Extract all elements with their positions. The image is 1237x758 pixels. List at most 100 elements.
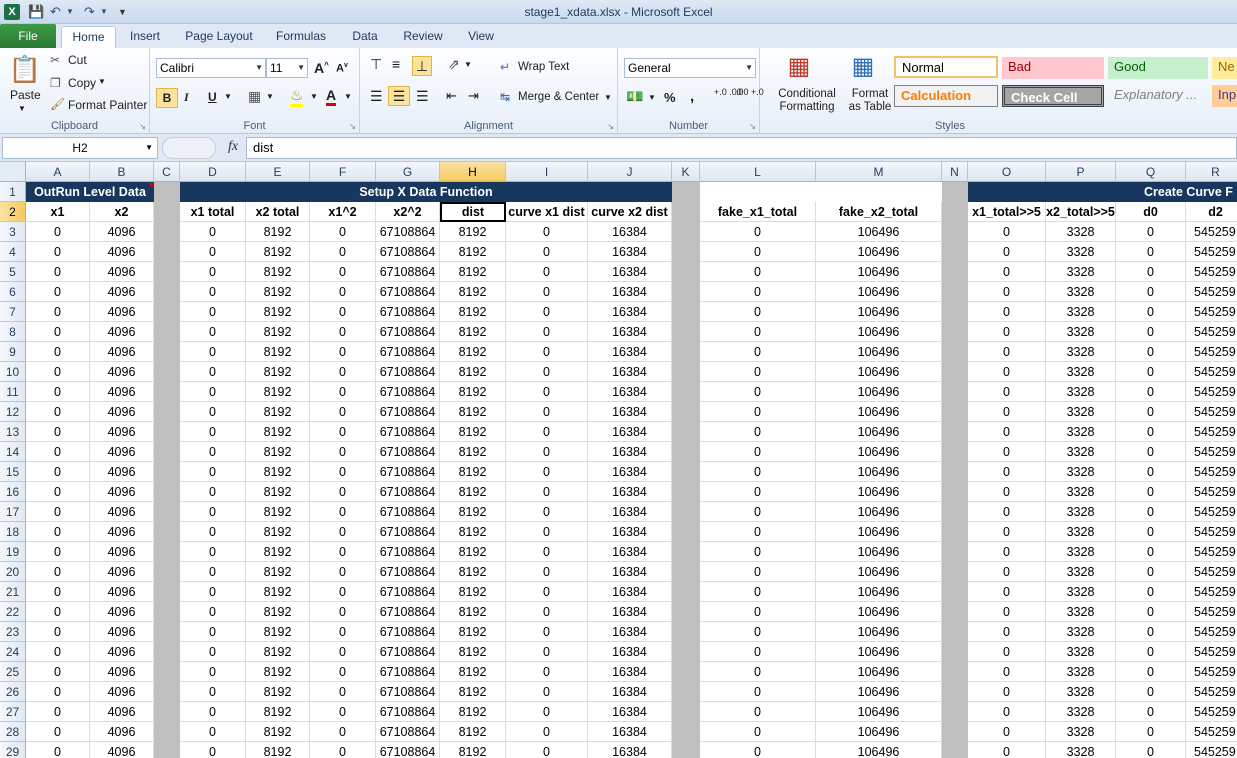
cell-h[interactable]: 8192 bbox=[440, 642, 506, 662]
cell-h[interactable]: 8192 bbox=[440, 302, 506, 322]
column-header-k[interactable]: K bbox=[672, 162, 700, 182]
cell-q[interactable]: 0 bbox=[1116, 222, 1186, 242]
cell-j[interactable]: 16384 bbox=[588, 322, 672, 342]
cell-o[interactable]: 0 bbox=[968, 302, 1046, 322]
cell-h[interactable]: 8192 bbox=[440, 662, 506, 682]
cell-g[interactable]: 67108864 bbox=[376, 522, 440, 542]
cell-d[interactable]: 0 bbox=[180, 342, 246, 362]
cell-b[interactable]: 4096 bbox=[90, 402, 154, 422]
row-header-12[interactable]: 12 bbox=[0, 402, 26, 422]
cell-f[interactable]: 0 bbox=[310, 582, 376, 602]
cell-g[interactable]: 67108864 bbox=[376, 342, 440, 362]
header-cell-g[interactable]: x2^2 bbox=[376, 202, 440, 222]
cell-g[interactable]: 67108864 bbox=[376, 642, 440, 662]
cell-p[interactable]: 3328 bbox=[1046, 402, 1116, 422]
cell-q[interactable]: 0 bbox=[1116, 742, 1186, 758]
cell-d[interactable]: 0 bbox=[180, 642, 246, 662]
underline-button[interactable]: U bbox=[208, 90, 217, 104]
cell-h[interactable]: 8192 bbox=[440, 502, 506, 522]
cell-e[interactable]: 8192 bbox=[246, 302, 310, 322]
cell-p[interactable]: 3328 bbox=[1046, 522, 1116, 542]
cell-h[interactable]: 8192 bbox=[440, 562, 506, 582]
cell-m[interactable]: 106496 bbox=[816, 602, 942, 622]
cell-h[interactable]: 8192 bbox=[440, 742, 506, 758]
cell-b[interactable]: 4096 bbox=[90, 642, 154, 662]
wrap-text-button[interactable]: Wrap Text bbox=[518, 61, 569, 73]
cell-b[interactable]: 4096 bbox=[90, 542, 154, 562]
cell-f[interactable]: 0 bbox=[310, 502, 376, 522]
cell-f[interactable]: 0 bbox=[310, 342, 376, 362]
cell-i[interactable]: 0 bbox=[506, 462, 588, 482]
cell-g[interactable]: 67108864 bbox=[376, 662, 440, 682]
tab-home[interactable]: Home bbox=[61, 26, 116, 48]
cell-e[interactable]: 8192 bbox=[246, 222, 310, 242]
cell-d[interactable]: 0 bbox=[180, 242, 246, 262]
header-cell-o[interactable]: x1_total>>5 bbox=[968, 202, 1046, 222]
cell-h[interactable]: 8192 bbox=[440, 282, 506, 302]
cell-r[interactable]: 545259 bbox=[1186, 642, 1237, 662]
cell-l[interactable]: 0 bbox=[700, 282, 816, 302]
cell-f[interactable]: 0 bbox=[310, 722, 376, 742]
cell-o[interactable]: 0 bbox=[968, 442, 1046, 462]
header-cell-h[interactable]: dist bbox=[440, 202, 506, 222]
cell-a[interactable]: 0 bbox=[26, 382, 90, 402]
column-header-r[interactable]: R bbox=[1186, 162, 1237, 182]
cell-b[interactable]: 4096 bbox=[90, 742, 154, 758]
header-cell-r[interactable]: d2 bbox=[1186, 202, 1237, 222]
cell-d[interactable]: 0 bbox=[180, 562, 246, 582]
cell-g[interactable]: 67108864 bbox=[376, 322, 440, 342]
cell-m[interactable]: 106496 bbox=[816, 282, 942, 302]
cell-p[interactable]: 3328 bbox=[1046, 322, 1116, 342]
cell-g[interactable]: 67108864 bbox=[376, 582, 440, 602]
cell-i[interactable]: 0 bbox=[506, 422, 588, 442]
cell-a[interactable]: 0 bbox=[26, 682, 90, 702]
cell-d[interactable]: 0 bbox=[180, 742, 246, 758]
cell-q[interactable]: 0 bbox=[1116, 462, 1186, 482]
borders-icon[interactable]: ▦ bbox=[248, 88, 261, 105]
cell-h[interactable]: 8192 bbox=[440, 462, 506, 482]
column-header-l[interactable]: L bbox=[700, 162, 816, 182]
cell-p[interactable]: 3328 bbox=[1046, 362, 1116, 382]
cell-f[interactable]: 0 bbox=[310, 222, 376, 242]
cell-d[interactable]: 0 bbox=[180, 722, 246, 742]
column-header-c[interactable]: C bbox=[154, 162, 180, 182]
cell-e[interactable]: 8192 bbox=[246, 542, 310, 562]
cell-i[interactable]: 0 bbox=[506, 702, 588, 722]
column-header-m[interactable]: M bbox=[816, 162, 942, 182]
cell-j[interactable]: 16384 bbox=[588, 462, 672, 482]
cell-r[interactable]: 545259 bbox=[1186, 622, 1237, 642]
style-explanatory[interactable]: Explanatory ... bbox=[1108, 85, 1208, 107]
row-header-14[interactable]: 14 bbox=[0, 442, 26, 462]
row-header-25[interactable]: 25 bbox=[0, 662, 26, 682]
cell-o[interactable]: 0 bbox=[968, 582, 1046, 602]
cell-l[interactable]: 0 bbox=[700, 422, 816, 442]
align-left-icon[interactable]: ☰ bbox=[370, 88, 383, 105]
cell-r[interactable]: 545259 bbox=[1186, 242, 1237, 262]
conditional-formatting-button[interactable]: Conditional Formatting bbox=[766, 88, 848, 114]
cell-q[interactable]: 0 bbox=[1116, 322, 1186, 342]
cell-h[interactable]: 8192 bbox=[440, 522, 506, 542]
column-header-g[interactable]: G bbox=[376, 162, 440, 182]
cell-b[interactable]: 4096 bbox=[90, 482, 154, 502]
cell-e[interactable]: 8192 bbox=[246, 602, 310, 622]
cell-h[interactable]: 8192 bbox=[440, 262, 506, 282]
cell-l[interactable]: 0 bbox=[700, 302, 816, 322]
cell-g[interactable]: 67108864 bbox=[376, 262, 440, 282]
cell-i[interactable]: 0 bbox=[506, 222, 588, 242]
cell-i[interactable]: 0 bbox=[506, 582, 588, 602]
italic-button[interactable]: I bbox=[184, 90, 189, 105]
tab-file[interactable]: File bbox=[0, 24, 56, 48]
cell-d[interactable]: 0 bbox=[180, 522, 246, 542]
cell-e[interactable]: 8192 bbox=[246, 242, 310, 262]
cell-f[interactable]: 0 bbox=[310, 682, 376, 702]
cell-q[interactable]: 0 bbox=[1116, 702, 1186, 722]
cell-h[interactable]: 8192 bbox=[440, 622, 506, 642]
cell-p[interactable]: 3328 bbox=[1046, 482, 1116, 502]
cell-b[interactable]: 4096 bbox=[90, 422, 154, 442]
cell-l[interactable]: 0 bbox=[700, 442, 816, 462]
cell-e[interactable]: 8192 bbox=[246, 522, 310, 542]
cell-p[interactable]: 3328 bbox=[1046, 722, 1116, 742]
cell-j[interactable]: 16384 bbox=[588, 662, 672, 682]
cell-p[interactable]: 3328 bbox=[1046, 382, 1116, 402]
cell-o[interactable]: 0 bbox=[968, 522, 1046, 542]
